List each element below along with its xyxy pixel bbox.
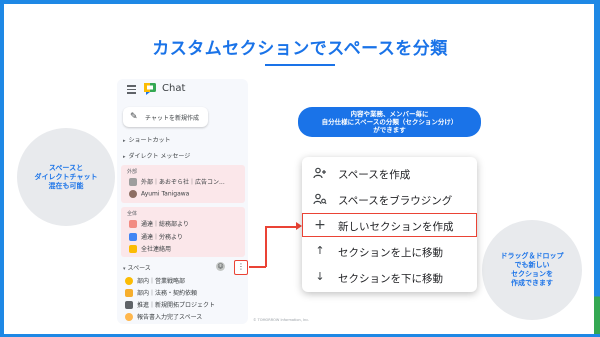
menu-item-label: セクションを上に移動: [338, 247, 443, 259]
space-avatar-icon: [129, 177, 137, 186]
space-avatar-icon: [125, 288, 133, 297]
more-options-icon[interactable]: ⋮: [234, 260, 248, 275]
right-note-text: ドラッグ＆ドロップ でも新しい セクションを 作成できます: [500, 252, 564, 287]
list-item-label: 全社連絡用: [141, 246, 172, 253]
connector-line: [265, 226, 267, 267]
arrow-down-icon: ↓: [315, 270, 325, 283]
list-item[interactable]: 全社連絡用: [129, 244, 171, 254]
list-item[interactable]: 部内｜営業戦略部: [125, 276, 185, 286]
browse-spaces-icon[interactable]: ☺: [216, 262, 225, 271]
space-avatar-icon: [129, 219, 137, 228]
spaces-label-text: スペース: [127, 265, 151, 272]
space-avatar-icon: [125, 312, 133, 321]
new-chat-button[interactable]: ✎ チャットを新規作成: [123, 107, 208, 127]
list-item[interactable]: 通達｜労務より: [129, 232, 183, 242]
space-avatar-icon: [125, 300, 133, 309]
context-menu: スペースを作成 スペースをブラウジング + 新しいセクションを作成 ↑ セクショ…: [302, 157, 477, 292]
menu-item-label: 新しいセクションを作成: [338, 221, 454, 233]
menu-item-browse-spaces[interactable]: スペースをブラウジング: [302, 187, 477, 211]
person-add-icon: [313, 166, 327, 180]
menu-item-new-section[interactable]: + 新しいセクションを作成: [302, 213, 477, 237]
spaces-section-header[interactable]: ▾ スペース ☺ ⋮: [121, 260, 248, 275]
user-avatar-icon: [129, 190, 137, 198]
left-note-text: スペースと ダイレクトチャット 混在も可能: [34, 163, 98, 190]
info-bubble-text: 内容や業務、メンバー毎に 自分仕様にスペースの分類（セクション分け） ができます: [321, 110, 458, 134]
list-item-label: 部内｜営業戦略部: [137, 278, 186, 285]
list-item-label: 外部｜あおぞら社｜広告コン...: [141, 179, 225, 186]
list-item[interactable]: 通達｜総務部より: [129, 219, 189, 229]
plus-icon: +: [314, 217, 326, 233]
menu-item-move-up[interactable]: ↑ セクションを上に移動: [302, 239, 477, 263]
list-item[interactable]: Ayumi Tanigawa: [129, 190, 189, 200]
info-bubble: 内容や業務、メンバー毎に 自分仕様にスペースの分類（セクション分け） ができます: [298, 107, 481, 137]
section-external: 外部 外部｜あおぞら社｜広告コン... Ayumi Tanigawa: [121, 165, 245, 203]
menu-icon[interactable]: [127, 85, 136, 94]
arrow-up-icon: ↑: [315, 244, 325, 257]
spaces-label: ▾ スペース: [123, 265, 151, 272]
chat-header: Chat: [117, 79, 248, 101]
list-item-label: 通達｜労務より: [141, 234, 183, 241]
shortcuts-item[interactable]: ▸ ショートカット: [123, 135, 171, 144]
connector-line: [265, 226, 299, 228]
menu-item-label: スペースをブラウジング: [338, 195, 453, 207]
list-item-label: 部内｜法務・契約依頼: [137, 290, 198, 297]
chat-sidebar: Chat ✎ チャットを新規作成 ▸ ショートカット ▸ ダイレクト メッセージ 外…: [117, 79, 248, 324]
connector-line: [249, 266, 266, 268]
list-item-label: 通達｜総務部より: [141, 221, 189, 228]
space-avatar-icon: [129, 244, 137, 253]
chat-logo-icon: [144, 83, 156, 95]
frame-top: [0, 0, 600, 4]
list-item[interactable]: 推進｜新規開拓プロジェクト: [125, 300, 215, 310]
list-item-label: 推進｜新規開拓プロジェクト: [137, 302, 216, 309]
new-chat-label: チャットを新規作成: [145, 115, 199, 122]
list-item-label: 報告書入力完了スペース: [137, 314, 203, 321]
list-item[interactable]: 外部｜あおぞら社｜広告コン...: [129, 177, 225, 187]
list-item[interactable]: 報告書入力完了スペース: [125, 312, 202, 322]
space-avatar-icon: [129, 232, 137, 241]
new-chat-icon: ✎: [130, 112, 138, 122]
title-underline: [265, 64, 335, 66]
copyright-text: © TOMORROW Information, Inc.: [253, 318, 310, 322]
section-label: 全体: [127, 211, 138, 217]
menu-item-create-space[interactable]: スペースを作成: [302, 161, 477, 185]
section-label: 外部: [127, 169, 138, 175]
page-title: カスタムセクションでスペースを分類: [152, 39, 448, 59]
menu-item-label: スペースを作成: [338, 169, 411, 181]
direct-messages-label: ダイレクト メッセージ: [128, 153, 191, 160]
left-note-circle: スペースと ダイレクトチャット 混在も可能: [17, 128, 115, 226]
section-all: 全体 通達｜総務部より 通達｜労務より 全社連絡用: [121, 207, 245, 257]
menu-item-move-down[interactable]: ↓ セクションを下に移動: [302, 265, 477, 289]
direct-messages-item[interactable]: ▸ ダイレクト メッセージ: [123, 151, 190, 160]
list-item[interactable]: 部内｜法務・契約依頼: [125, 288, 197, 298]
menu-item-label: セクションを下に移動: [338, 273, 443, 285]
space-avatar-icon: [125, 276, 133, 285]
shortcuts-label: ショートカット: [128, 137, 171, 144]
chat-app-name: Chat: [162, 83, 186, 94]
list-item-label: Ayumi Tanigawa: [141, 190, 190, 198]
right-note-circle: ドラッグ＆ドロップ でも新しい セクションを 作成できます: [482, 220, 582, 320]
browse-spaces-icon: [313, 192, 327, 206]
